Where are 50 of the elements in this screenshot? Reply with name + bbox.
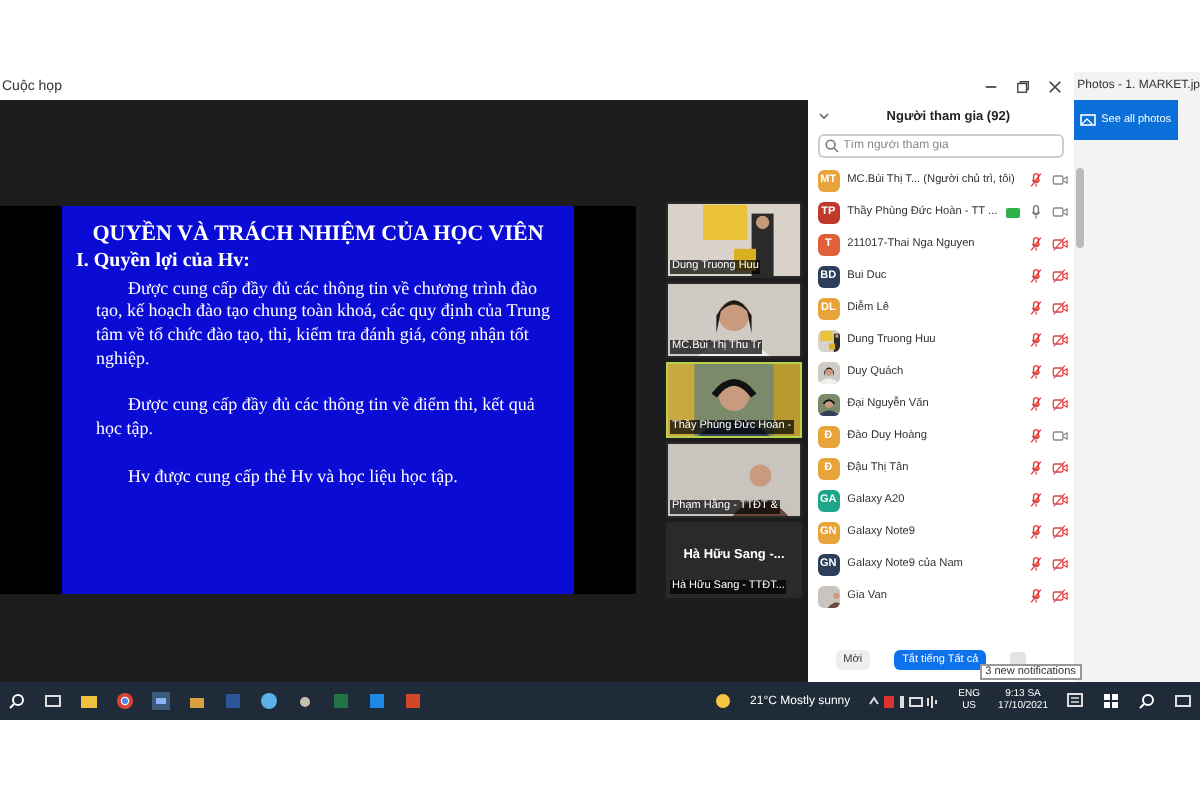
camera-off-icon[interactable]: [1051, 556, 1068, 572]
task-view-icon[interactable]: [44, 692, 62, 710]
muted-microphone-icon[interactable]: [1027, 172, 1044, 188]
search-icon: [823, 138, 840, 154]
chevron-down-icon[interactable]: [815, 108, 832, 124]
search-icon[interactable]: [1138, 692, 1156, 710]
muted-microphone-icon[interactable]: [1027, 492, 1044, 508]
close-icon[interactable]: [1047, 79, 1062, 93]
slide-paragraph: Được cung cấp đầy đủ các thông tin về chương trình đào tạo, kế hoạch đào tạo chung toàn khoá, các quy định của Trung tâm về tổ chức đào tạo, thi, kiểm tra đánh giá, công nhận tốt nghiệp.: [94, 277, 552, 371]
camera-off-icon[interactable]: [1051, 396, 1068, 412]
camera-off-icon[interactable]: [1051, 300, 1068, 316]
microphone-icon[interactable]: [1027, 204, 1044, 220]
camera-icon[interactable]: [1051, 172, 1068, 188]
weather-icon[interactable]: [714, 692, 733, 710]
camera-icon[interactable]: [1051, 204, 1068, 220]
camera-off-icon[interactable]: [1051, 236, 1068, 252]
scrollbar[interactable]: [1075, 168, 1084, 248]
slide-paragraph: Hv được cung cấp thẻ Hv và học liệu học tập.: [126, 465, 460, 489]
windows-icon[interactable]: [1102, 692, 1120, 710]
muted-microphone-icon[interactable]: [1027, 332, 1044, 348]
muted-microphone-icon[interactable]: [1027, 556, 1044, 572]
muted-microphone-icon[interactable]: [1027, 268, 1044, 284]
camera-off-icon[interactable]: [1051, 460, 1068, 476]
camera-off-icon[interactable]: [1051, 364, 1068, 380]
camera-off-icon[interactable]: [1051, 524, 1068, 540]
slide-paragraph: Được cung cấp đầy đủ các thông tin về điểm thi, kết quả học tập.: [94, 394, 537, 442]
muted-microphone-icon[interactable]: [1027, 236, 1044, 252]
muted-microphone-icon[interactable]: [1027, 460, 1044, 476]
muted-microphone-icon[interactable]: [1027, 300, 1044, 316]
video-app-icon[interactable]: [152, 692, 170, 710]
slide-title: QUYỀN VÀ TRÁCH NHIỆM CỦA HỌC VIÊN: [90, 221, 546, 245]
image-icon: [1079, 112, 1096, 128]
task-view-icon[interactable]: [1174, 692, 1192, 710]
camera-off-icon[interactable]: [1051, 268, 1068, 284]
browser-icon[interactable]: [116, 692, 134, 710]
muted-microphone-icon[interactable]: [1027, 524, 1044, 540]
camera-off-icon[interactable]: [1051, 588, 1068, 604]
muted-microphone-icon[interactable]: [1027, 364, 1044, 380]
slide-heading: I. Quyền lợi của Hv:: [76, 249, 252, 271]
folder-icon[interactable]: [80, 692, 98, 710]
muted-microphone-icon[interactable]: [1027, 428, 1044, 444]
camera-off-icon[interactable]: [1051, 332, 1068, 348]
restore-icon[interactable]: [1015, 79, 1030, 93]
muted-microphone-icon[interactable]: [1027, 588, 1044, 604]
search-icon[interactable]: [8, 692, 26, 710]
tray-icons-drawing[interactable]: [868, 692, 941, 710]
camera-icon[interactable]: [1051, 428, 1068, 444]
camera-off-icon[interactable]: [1051, 492, 1068, 508]
muted-microphone-icon[interactable]: [1027, 396, 1044, 412]
notification-icon[interactable]: [1066, 692, 1084, 710]
